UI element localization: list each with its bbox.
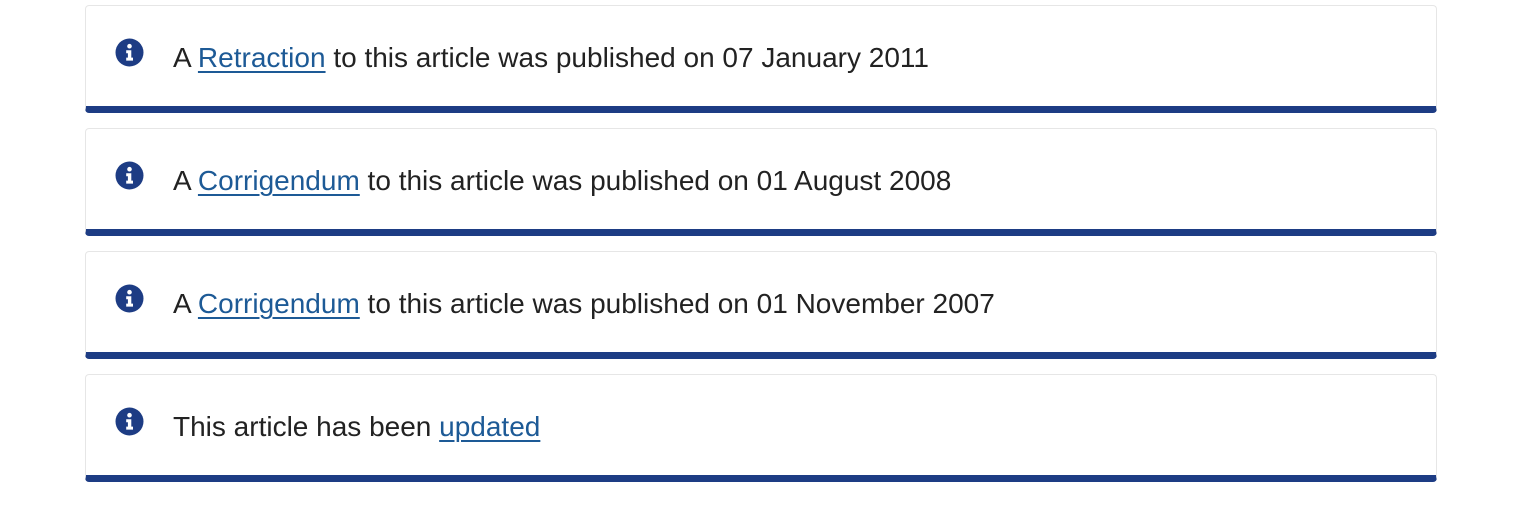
notice-text: A Corrigendum to this article was publis… <box>173 164 951 198</box>
info-circle-icon <box>115 284 144 313</box>
notice-suffix: to this article was published on 01 Augu… <box>359 165 952 196</box>
corrigendum-link[interactable]: Corrigendum <box>198 165 360 196</box>
retraction-link[interactable]: Retraction <box>198 42 326 73</box>
update-notice: This article has been updated <box>85 374 1437 482</box>
info-circle-icon <box>115 38 144 67</box>
notice-prefix: A <box>173 165 198 196</box>
notice-text: A Retraction to this article was publish… <box>173 41 929 75</box>
notice-suffix: to this article was published on 01 Nove… <box>359 288 995 319</box>
corrigendum-link[interactable]: Corrigendum <box>198 288 360 319</box>
retraction-notice: A Retraction to this article was publish… <box>85 5 1437 113</box>
corrigendum-notice-2008: A Corrigendum to this article was publis… <box>85 128 1437 236</box>
corrigendum-notice-2007: A Corrigendum to this article was publis… <box>85 251 1437 359</box>
notice-prefix: This article has been <box>173 411 440 442</box>
article-notices-list: A Retraction to this article was publish… <box>85 5 1437 482</box>
info-circle-icon <box>115 407 144 436</box>
notice-suffix: to this article was published on 07 Janu… <box>325 42 929 73</box>
info-circle-icon <box>115 161 144 190</box>
notice-prefix: A <box>173 42 198 73</box>
notice-text: This article has been updated <box>173 410 540 444</box>
updated-link[interactable]: updated <box>439 411 540 442</box>
notice-prefix: A <box>173 288 198 319</box>
notice-text: A Corrigendum to this article was publis… <box>173 287 995 321</box>
